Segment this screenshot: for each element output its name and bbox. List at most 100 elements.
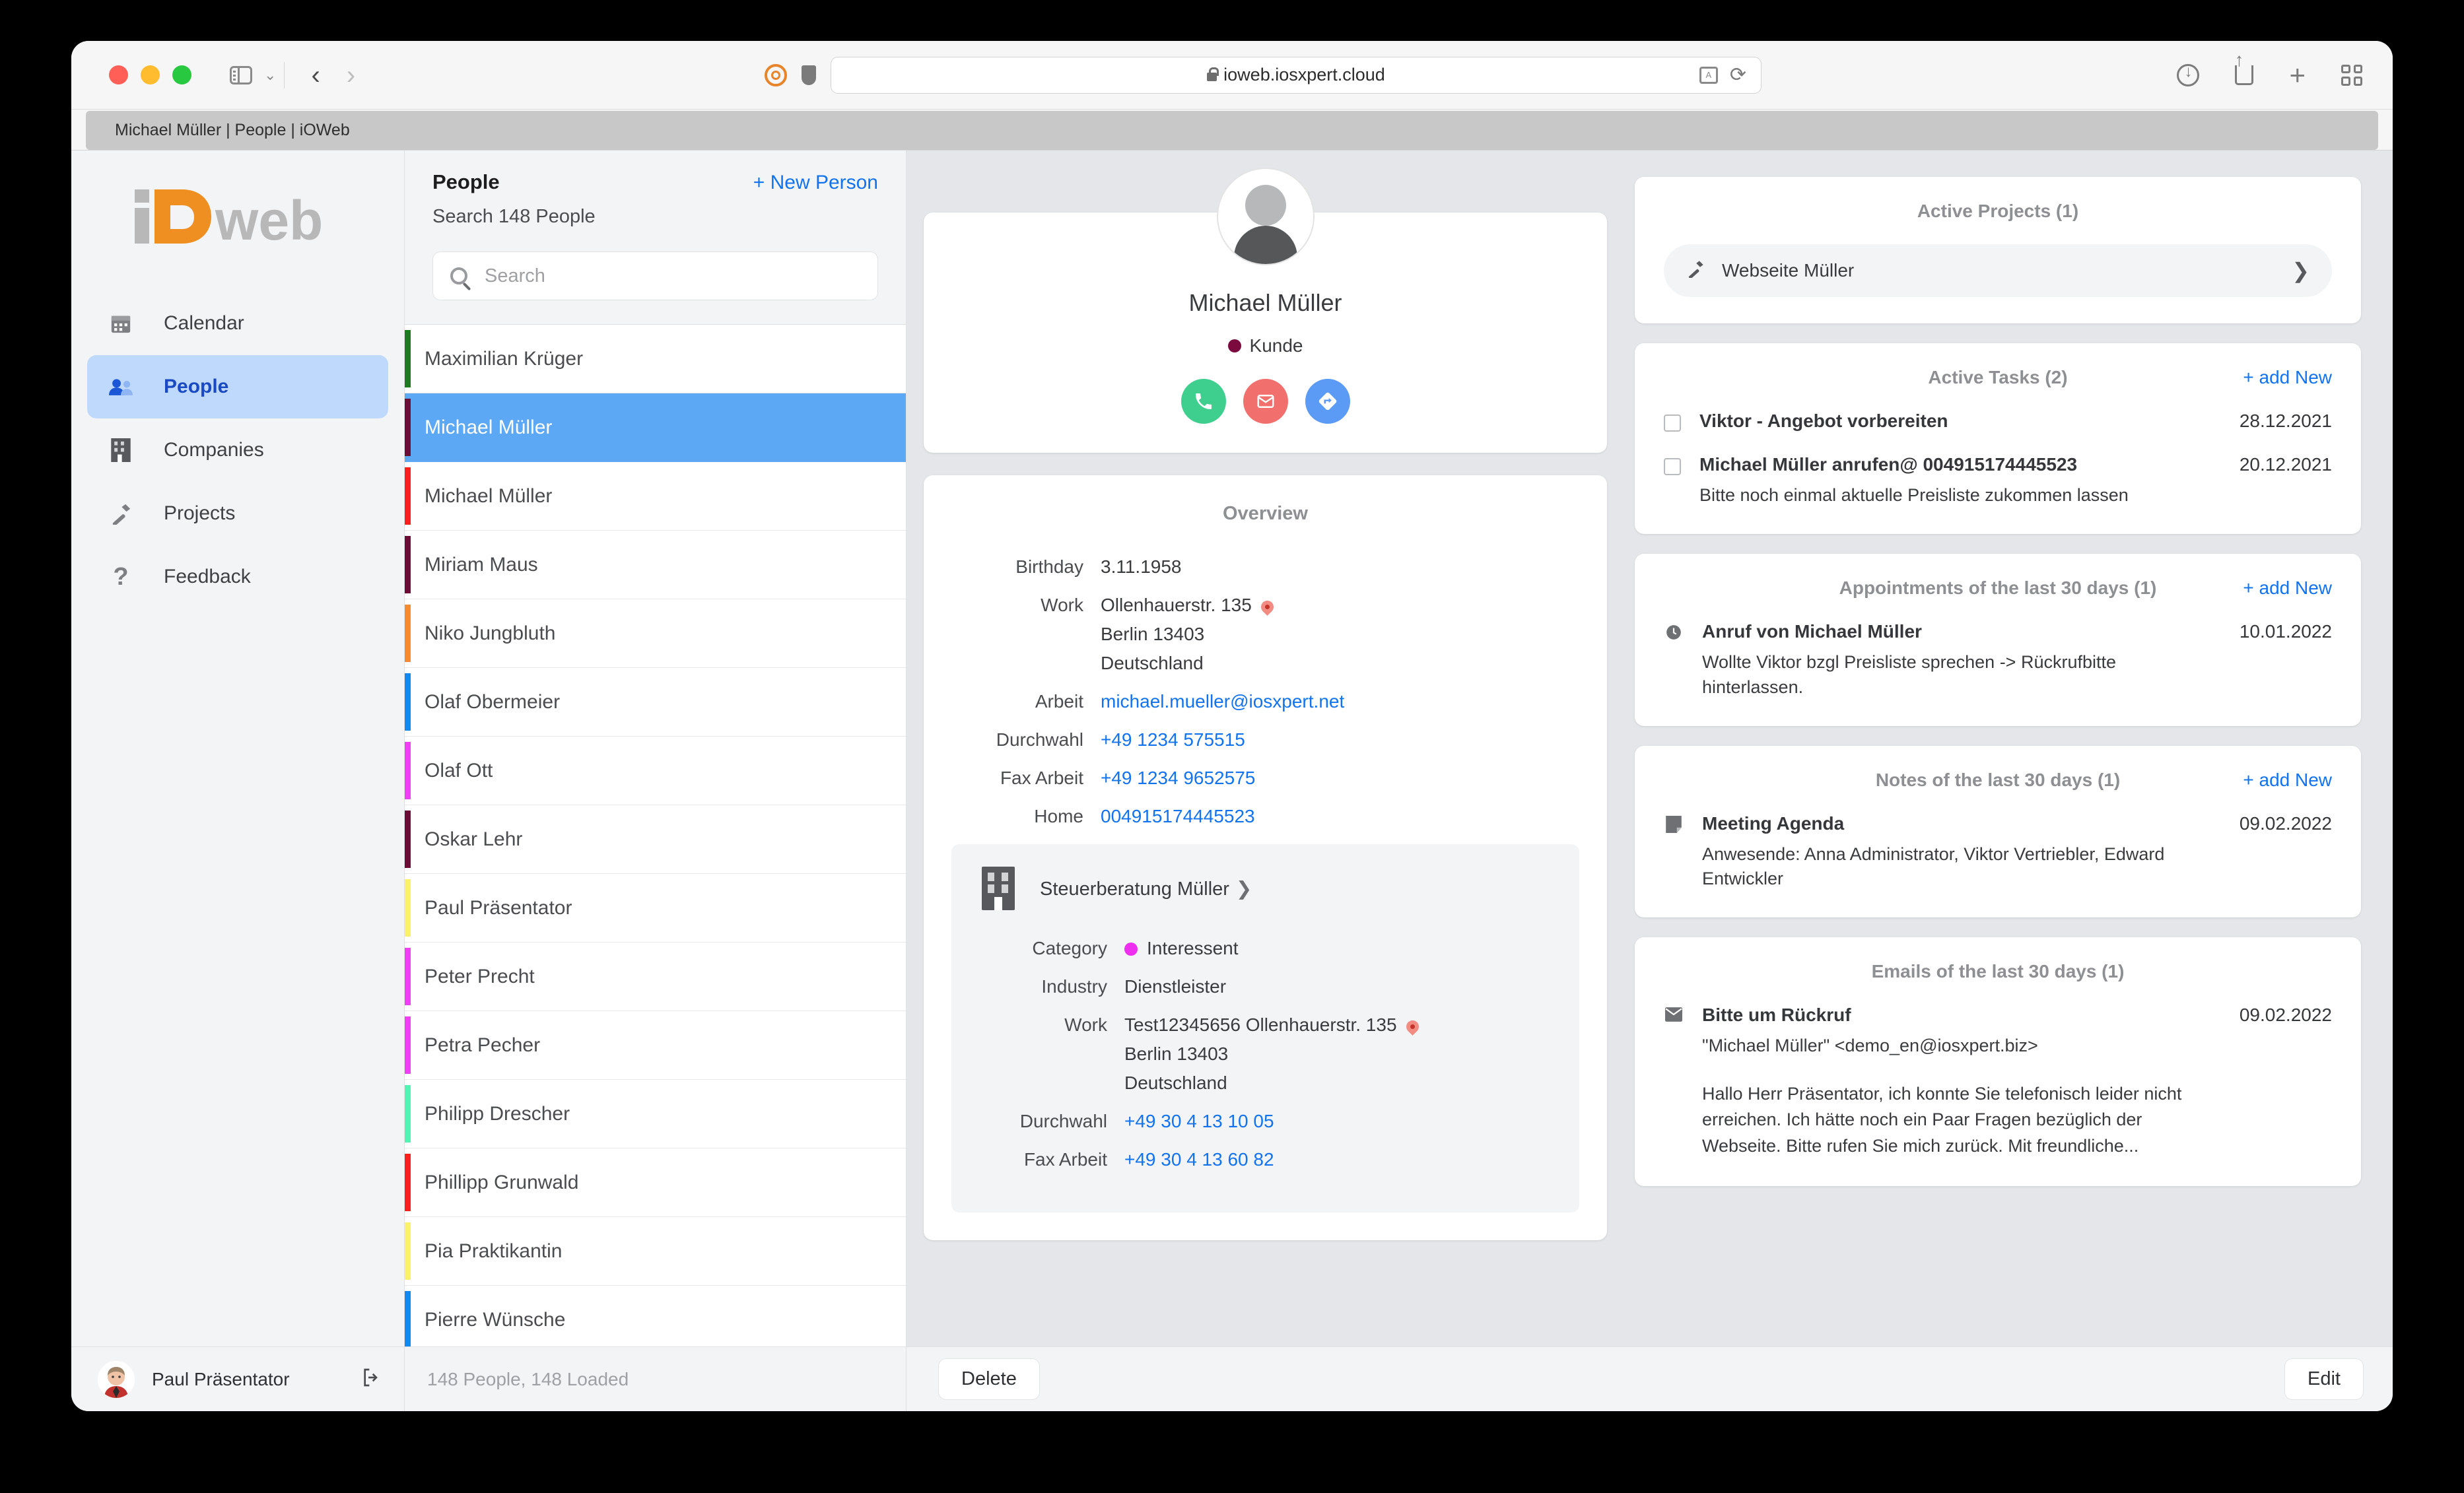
list-item[interactable]: Phillipp Grunwald <box>405 1148 906 1217</box>
project-row[interactable]: Webseite Müller ❯ <box>1664 244 2332 297</box>
field-row: Durchwahl +49 30 4 13 10 05 <box>951 1111 1579 1132</box>
list-item-label: Peter Precht <box>425 965 535 987</box>
map-pin-icon[interactable] <box>1258 598 1276 616</box>
add-note-button[interactable]: + add New <box>2243 770 2332 791</box>
list-item[interactable]: Olaf Obermeier <box>405 668 906 737</box>
sidebar-item-people[interactable]: People <box>87 355 388 418</box>
sidebar-item-feedback[interactable]: ? Feedback <box>87 545 388 609</box>
sidebar-item-label: Calendar <box>164 312 244 334</box>
share-icon[interactable] <box>2234 50 2254 85</box>
list-item-color-bar <box>405 1085 411 1143</box>
list-item-color-bar <box>405 742 411 799</box>
card-title: Notes of the last 30 days (1) <box>1875 769 2121 790</box>
field-value[interactable]: michael.mueller@iosxpert.net <box>1101 691 1344 712</box>
list-item[interactable]: Philipp Drescher <box>405 1080 906 1148</box>
task-title: Viktor - Angebot vorbereiten <box>1699 411 1948 431</box>
list-item-label: Miriam Maus <box>425 553 538 576</box>
list-item[interactable]: Oskar Lehr <box>405 805 906 874</box>
field-value[interactable]: 004915174445523 <box>1101 806 1255 827</box>
search-placeholder: Search <box>485 265 545 286</box>
task-row[interactable]: Michael Müller anrufen@ 004915174445523 … <box>1664 454 2332 508</box>
back-button[interactable]: ‹ <box>311 62 320 88</box>
list-item-label: Michael Müller <box>425 484 553 507</box>
list-item-label: Niko Jungbluth <box>425 622 556 644</box>
tab-overview-icon[interactable] <box>2341 64 2362 86</box>
address-bar[interactable]: ioweb.iosxpert.cloud A ⟳ <box>831 56 1762 94</box>
shield-icon[interactable] <box>802 65 816 85</box>
list-item[interactable]: Petra Pecher <box>405 1011 906 1080</box>
task-checkbox[interactable] <box>1664 415 1681 432</box>
appointment-row[interactable]: Anruf von Michael Müller Wollte Viktor b… <box>1664 621 2332 700</box>
field-row: Category Interessent <box>951 938 1579 959</box>
map-pin-icon[interactable] <box>1403 1018 1421 1036</box>
translate-icon[interactable]: A <box>1699 66 1718 84</box>
note-row[interactable]: Meeting Agenda Anwesende: Anna Administr… <box>1664 813 2332 892</box>
sidebar-item-calendar[interactable]: Calendar <box>87 292 388 355</box>
forward-button[interactable]: › <box>347 62 355 88</box>
list-item[interactable]: Paul Präsentator <box>405 874 906 943</box>
user-name: Paul Präsentator <box>152 1368 290 1389</box>
toolbar-divider <box>284 61 285 88</box>
close-window-button[interactable] <box>109 65 128 84</box>
browser-tab[interactable]: Michael Müller | People | iOWeb <box>86 111 2378 150</box>
add-appointment-button[interactable]: + add New <box>2243 578 2332 599</box>
directions-button[interactable] <box>1305 379 1350 424</box>
card-title: Active Tasks (2) <box>1928 367 2068 387</box>
company-card: Steuerberatung Müller ❯ Category Interesse… <box>951 844 1579 1212</box>
search-input[interactable]: Search <box>432 251 878 300</box>
field-value[interactable]: +49 30 4 13 60 82 <box>1124 1149 1274 1170</box>
people-list[interactable]: Maximilian Krüger Michael Müller Michael M… <box>405 325 906 1346</box>
current-user[interactable]: Paul Präsentator <box>71 1347 405 1411</box>
call-button[interactable] <box>1181 379 1226 424</box>
reload-icon[interactable]: ⟳ <box>1730 63 1746 86</box>
card-title: Active Projects (1) <box>1917 201 2079 221</box>
field-row: Durchwahl +49 1234 575515 <box>924 729 1563 750</box>
company-name: Steuerberatung Müller <box>1040 878 1229 900</box>
list-item[interactable]: Michael Müller <box>405 462 906 531</box>
panel-title: People <box>432 170 500 193</box>
new-tab-icon[interactable]: + <box>2289 61 2306 89</box>
new-person-button[interactable]: + New Person <box>753 172 878 194</box>
note-icon <box>1664 815 1684 833</box>
field-value[interactable]: +49 1234 575515 <box>1101 729 1245 750</box>
downloads-icon[interactable] <box>2177 63 2200 86</box>
privacy-report-icon[interactable] <box>765 63 787 86</box>
maximize-window-button[interactable] <box>172 65 191 84</box>
sidebar-item-label: Projects <box>164 502 236 524</box>
sidebar-item-projects[interactable]: Projects <box>87 482 388 545</box>
delete-button[interactable]: Delete <box>938 1358 1040 1400</box>
field-value[interactable]: +49 30 4 13 10 05 <box>1124 1111 1274 1132</box>
sidebar-icon <box>230 65 252 84</box>
task-checkbox[interactable] <box>1664 458 1681 475</box>
sidebar-toggle-button[interactable]: ⌄ <box>230 65 276 84</box>
field-label: Birthday <box>1015 556 1083 577</box>
browser-toolbar: ⌄ ‹ › ioweb.iosxpert.cloud A ⟳ + <box>71 41 2393 110</box>
email-button[interactable] <box>1243 379 1288 424</box>
list-item[interactable]: Niko Jungbluth <box>405 599 906 668</box>
field-value: Interessent <box>1124 938 1239 959</box>
field-value[interactable]: +49 1234 9652575 <box>1101 768 1255 789</box>
minimize-window-button[interactable] <box>141 65 160 84</box>
question-icon: ? <box>113 563 129 591</box>
list-item[interactable]: Peter Precht <box>405 943 906 1011</box>
add-task-button[interactable]: + add New <box>2243 367 2332 388</box>
hammer-icon <box>107 502 135 525</box>
chevron-down-icon[interactable]: ⌄ <box>264 67 276 83</box>
logout-button[interactable] <box>360 1367 382 1391</box>
list-item-label: Petra Pecher <box>425 1034 541 1056</box>
field-row: Fax Arbeit +49 30 4 13 60 82 <box>951 1149 1579 1170</box>
list-item[interactable]: Olaf Ott <box>405 737 906 805</box>
edit-button[interactable]: Edit <box>2284 1358 2364 1400</box>
sidebar-item-companies[interactable]: Companies <box>87 418 388 482</box>
hammer-icon <box>1686 259 1705 282</box>
list-item[interactable]: Maximilian Krüger <box>405 325 906 393</box>
email-row[interactable]: Bitte um Rückruf "Michael Müller" <demo_… <box>1664 1005 2332 1160</box>
company-link[interactable]: Steuerberatung Müller ❯ <box>1040 877 1252 900</box>
list-item[interactable]: Michael Müller <box>405 393 906 462</box>
list-item[interactable]: Pia Praktikantin <box>405 1217 906 1286</box>
list-item-label: Olaf Obermeier <box>425 690 561 713</box>
list-item[interactable]: Miriam Maus <box>405 531 906 599</box>
list-item-label: Pia Praktikantin <box>425 1240 563 1262</box>
task-row[interactable]: Viktor - Angebot vorbereiten 28.12.2021 <box>1664 411 2332 432</box>
list-item[interactable]: Pierre Wünsche <box>405 1286 906 1346</box>
